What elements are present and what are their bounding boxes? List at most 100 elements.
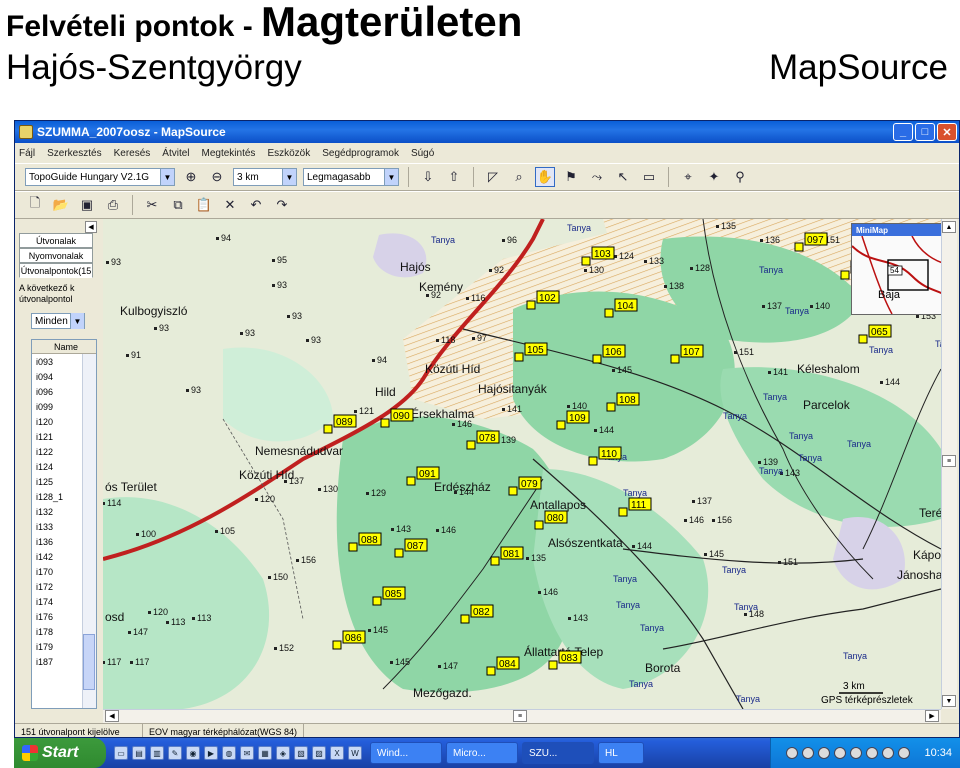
- minimap-view[interactable]: 54 Baja: [852, 236, 941, 314]
- detail-level-select[interactable]: Legmagasabb ▼: [303, 168, 399, 186]
- distance-tool-icon[interactable]: ▭: [639, 167, 659, 187]
- tray-icon[interactable]: [850, 747, 863, 759]
- menu-help[interactable]: Súgó: [411, 148, 434, 159]
- waypoint-symbol: [534, 520, 544, 530]
- scroll-up-icon[interactable]: ▲: [942, 221, 956, 233]
- new-file-icon[interactable]: 🗋: [25, 195, 45, 215]
- elevation-label: 137: [697, 496, 712, 506]
- scrollbar-thumb[interactable]: [83, 634, 95, 690]
- paste-icon[interactable]: 📋: [194, 195, 214, 215]
- minimap[interactable]: MiniMap ✕ 54 Baja: [851, 223, 941, 315]
- topographic-map[interactable]: 94959393969292 1169393 9393919394971181211…: [103, 219, 941, 709]
- menu-search[interactable]: Keresés: [114, 148, 151, 159]
- elevation-label: 135: [531, 553, 546, 563]
- waypoint-label: 065: [871, 327, 888, 338]
- waypoint-list-scrollbar[interactable]: [82, 354, 96, 708]
- place-label: Tanya: [759, 466, 783, 476]
- map-product-select[interactable]: TopoGuide Hungary V2.1G ▼: [25, 168, 175, 186]
- map-icon[interactable]: ◈: [276, 746, 290, 760]
- cut-icon[interactable]: ✂: [142, 195, 162, 215]
- receive-from-device-icon[interactable]: ⇩: [418, 167, 438, 187]
- start-button[interactable]: Start: [14, 738, 106, 768]
- word-icon[interactable]: W: [348, 746, 362, 760]
- copy-icon[interactable]: ⧉: [168, 195, 188, 215]
- map-view[interactable]: 94 95 93 93 96 92 92 116 93 93 93 93 91 93 94 97 118 121 1…: [103, 219, 941, 709]
- minimize-button[interactable]: _: [893, 123, 913, 141]
- elevation-label: 139: [501, 435, 516, 445]
- excel-icon[interactable]: X: [330, 746, 344, 760]
- task-microsoft[interactable]: Micro...: [446, 742, 518, 764]
- print-icon[interactable]: ⎙: [103, 195, 123, 215]
- pointer-tool-icon[interactable]: ↖: [613, 167, 633, 187]
- tray-icon[interactable]: [834, 747, 847, 759]
- task-hl[interactable]: HL: [598, 742, 644, 764]
- tray-icon[interactable]: [786, 747, 799, 759]
- chart-icon[interactable]: ▨: [312, 746, 326, 760]
- hand-tool-icon[interactable]: ✋: [535, 167, 555, 187]
- find-nearest-icon[interactable]: ⚲: [730, 167, 750, 187]
- elevation-point: [644, 260, 647, 263]
- menu-tools[interactable]: Eszközök: [267, 148, 310, 159]
- paint-icon[interactable]: ✎: [168, 746, 182, 760]
- menu-edit[interactable]: Szerkesztés: [47, 148, 101, 159]
- scroll-left-icon[interactable]: ◀: [105, 710, 119, 722]
- media-icon[interactable]: ◉: [186, 746, 200, 760]
- panel-scroll-arrow[interactable]: ◀: [85, 221, 97, 233]
- map-horizontal-scrollbar[interactable]: ◀ ≡ ▶: [103, 709, 941, 723]
- scrollbar-thumb[interactable]: ≡: [513, 710, 527, 722]
- find-places-icon[interactable]: ✦: [704, 167, 724, 187]
- tab-tracks[interactable]: Nyomvonalak: [19, 248, 93, 263]
- task-szumma[interactable]: SZU...: [522, 742, 594, 764]
- redo-icon[interactable]: ↷: [272, 195, 292, 215]
- tab-waypoints[interactable]: Útvonalpontok(15: [19, 263, 93, 278]
- send-to-device-icon[interactable]: ⇧: [444, 167, 464, 187]
- elevation-label: 94: [377, 355, 387, 365]
- tab-routes[interactable]: Útvonalak: [19, 233, 93, 248]
- zoom-tool-icon[interactable]: ⌕: [509, 167, 529, 187]
- waypoint-symbol: [323, 424, 333, 434]
- elevation-label: 151: [739, 347, 754, 357]
- tray-icon[interactable]: [818, 747, 831, 759]
- tray-icon[interactable]: [882, 747, 895, 759]
- menu-view[interactable]: Megtekintés: [202, 148, 256, 159]
- close-button[interactable]: ✕: [937, 123, 957, 141]
- elevation-point: [186, 389, 189, 392]
- zoom-out-icon[interactable]: ⊖: [207, 167, 227, 187]
- menu-file[interactable]: Fájl: [19, 148, 35, 159]
- window-titlebar[interactable]: SZUMMA_2007oosz - MapSource _ □ ✕: [15, 121, 959, 143]
- route-tool-icon[interactable]: ⤳: [587, 167, 607, 187]
- open-folder-icon[interactable]: 📂: [51, 195, 71, 215]
- note-icon[interactable]: ▧: [294, 746, 308, 760]
- tray-icon[interactable]: [898, 747, 911, 759]
- column-header-name[interactable]: Name: [32, 340, 96, 354]
- mail-icon[interactable]: ✉: [240, 746, 254, 760]
- zoom-scale-select[interactable]: 3 km ▼: [233, 168, 297, 186]
- tray-icon[interactable]: [802, 747, 815, 759]
- menu-transfer[interactable]: Átvitel: [162, 148, 189, 159]
- waypoint-filter-select[interactable]: Minden ▼: [31, 313, 85, 329]
- show-desktop-icon[interactable]: ▭: [114, 746, 128, 760]
- place-label: Kápolna: [913, 548, 941, 562]
- folder-icon[interactable]: ▤: [132, 746, 146, 760]
- scroll-down-icon[interactable]: ▼: [942, 695, 956, 707]
- globe-icon[interactable]: ◍: [222, 746, 236, 760]
- tray-icon[interactable]: [866, 747, 879, 759]
- task-windows[interactable]: Wind...: [370, 742, 442, 764]
- maximize-button[interactable]: □: [915, 123, 935, 141]
- undo-icon[interactable]: ↶: [246, 195, 266, 215]
- save-icon[interactable]: ▣: [77, 195, 97, 215]
- find-icon[interactable]: ⌖: [678, 167, 698, 187]
- slide-title: Felvételi pontok - Magterületen: [6, 0, 522, 46]
- waypoint-tool-icon[interactable]: ⚑: [561, 167, 581, 187]
- menu-utilities[interactable]: Segédprogramok: [322, 148, 399, 159]
- delete-icon[interactable]: ✕: [220, 195, 240, 215]
- select-tool-icon[interactable]: ◸: [483, 167, 503, 187]
- toolbar-divider: [132, 195, 133, 215]
- scroll-right-icon[interactable]: ▶: [925, 710, 939, 722]
- player-icon[interactable]: ▶: [204, 746, 218, 760]
- scrollbar-thumb[interactable]: ≡: [942, 455, 956, 467]
- zoom-in-icon[interactable]: ⊕: [181, 167, 201, 187]
- calendar-icon[interactable]: ▦: [258, 746, 272, 760]
- document-icon[interactable]: ▥: [150, 746, 164, 760]
- map-vertical-scrollbar[interactable]: ▲ ≡ ▼: [941, 219, 957, 709]
